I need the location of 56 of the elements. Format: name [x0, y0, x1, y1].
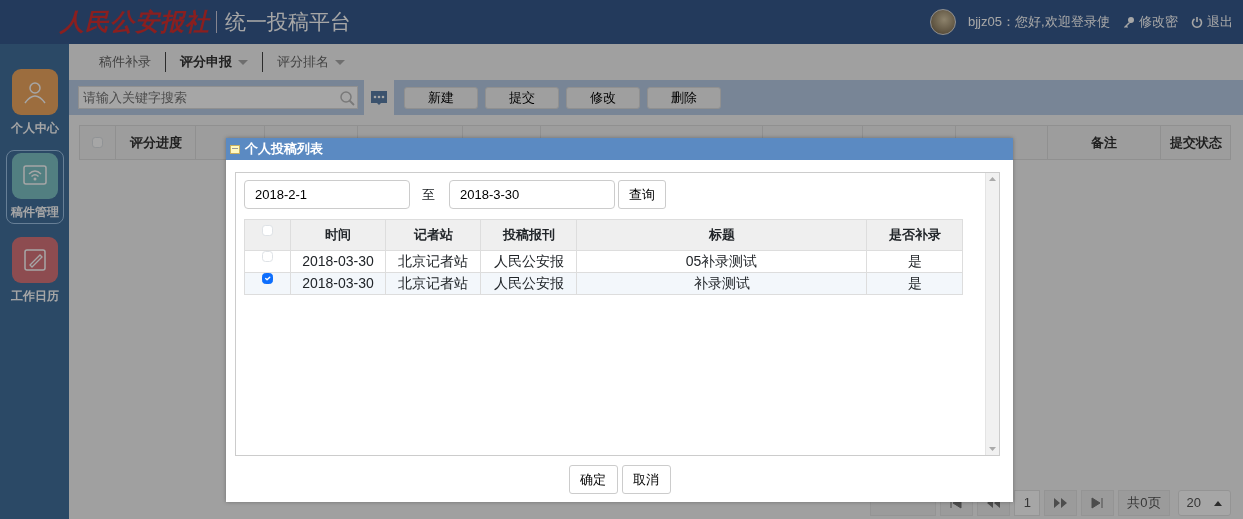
table-cell: 05补录测试 — [576, 250, 867, 273]
column-header: 提交状态 — [1169, 133, 1222, 152]
caret-icon — [1214, 500, 1222, 506]
page-count: 共0页 — [1118, 490, 1170, 516]
tab[interactable]: 评分排名 — [262, 52, 359, 72]
table-cell: 补录测试 — [576, 272, 867, 295]
toolbar-button[interactable]: 删除 — [647, 86, 721, 109]
toolbar-button[interactable]: 修改 — [566, 86, 640, 109]
column-header: 记者站 — [385, 219, 481, 251]
table-cell: 北京记者站 — [385, 250, 481, 273]
toolbar-button[interactable]: 提交 — [485, 86, 559, 109]
column-header: 备注 — [1091, 133, 1117, 152]
page-number-field[interactable]: 1 — [1014, 490, 1041, 516]
tab[interactable]: 评分申报 — [165, 52, 262, 72]
logout-link[interactable]: 退出 — [1189, 12, 1233, 32]
next-page-icon — [1053, 496, 1069, 510]
column-header: 时间 — [290, 219, 386, 251]
search-box[interactable]: 请输入关键字搜索 — [78, 86, 358, 109]
edit-icon — [21, 247, 48, 273]
chat-icon — [370, 89, 388, 106]
table-cell: 2018-03-30 — [290, 250, 386, 273]
avatar-icon — [929, 9, 956, 35]
row-checkbox[interactable] — [262, 273, 273, 284]
tab[interactable]: 稿件补录 — [85, 52, 165, 72]
column-header: 评分进度 — [129, 133, 182, 152]
last-page-button[interactable] — [1081, 490, 1115, 516]
column-header: 是否补录 — [866, 219, 963, 251]
query-button[interactable]: 查询 — [618, 180, 666, 209]
scrollbar[interactable] — [985, 173, 999, 455]
table-cell: 人民公安报 — [480, 250, 577, 273]
logo: 人民公安报社 — [60, 6, 210, 38]
range-label: 至 — [422, 185, 435, 204]
last-page-icon — [1090, 496, 1106, 510]
app-title: 统一投稿平台 — [216, 11, 351, 33]
toolbar-button[interactable]: 新建 — [404, 86, 478, 109]
user-icon — [21, 79, 48, 105]
scroll-down-icon — [989, 447, 996, 451]
dialog-button[interactable]: 取消 — [621, 465, 671, 494]
table-cell: 是 — [866, 250, 963, 273]
sidebar-item[interactable]: 工作日历 — [5, 234, 64, 308]
column-header: 标题 — [576, 219, 867, 251]
sidebar-item[interactable]: 个人中心 — [5, 66, 64, 140]
power-icon — [1189, 15, 1204, 29]
select-all-checkbox[interactable] — [262, 225, 273, 237]
change-password-link[interactable]: 修改密 — [1121, 12, 1178, 32]
sidebar-item[interactable]: 稿件管理 — [5, 150, 64, 224]
dialog-title: 个人投稿列表 — [245, 140, 323, 159]
welcome-text: bjjz05：您好,欢迎登录使 — [967, 13, 1110, 32]
date-field[interactable]: 2018-2-1 — [244, 180, 410, 209]
scroll-up-icon — [989, 177, 996, 181]
next-page-button[interactable] — [1044, 490, 1078, 516]
column-header: 投稿报刊 — [480, 219, 577, 251]
date-field[interactable]: 2018-3-30 — [449, 180, 615, 209]
page-size-select[interactable]: 20 — [1177, 490, 1231, 516]
window-icon — [230, 144, 240, 154]
dialog-button[interactable]: 确定 — [568, 465, 618, 494]
